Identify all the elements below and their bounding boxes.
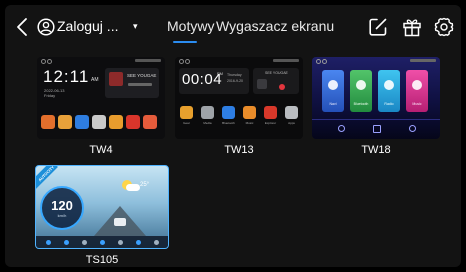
preview-app-label: Music: [412, 102, 422, 106]
preview-clock: 12:11: [43, 67, 90, 86]
preview-app-label: Gear: [183, 121, 190, 125]
preview-app-label: Music: [245, 121, 254, 125]
theme-name: TW4: [89, 144, 113, 156]
login-button[interactable]: Zaloguj ...: [57, 18, 118, 34]
theme-picker-screen: Zaloguj ... ▾ Motywy Wygaszacz ekranu 12…: [5, 5, 461, 267]
theme-preview-ts105[interactable]: AUTOCITY 120 km/h 25°: [35, 165, 169, 249]
preview-app-icon: [58, 115, 72, 129]
preview-ampm: AM: [91, 77, 99, 83]
preview-speed: 120: [51, 198, 73, 213]
user-circle-icon[interactable]: [37, 18, 55, 36]
preview-car: [114, 218, 126, 226]
theme-name: TS105: [85, 254, 119, 266]
preview-app-label: Bluetooth: [222, 121, 235, 125]
preview-temperature: 25°: [140, 182, 150, 188]
preview-app-icon: [92, 115, 106, 129]
theme-card-tw18[interactable]: Navi Bluetooth Radio Music TW18: [312, 57, 440, 157]
settings-gear-icon[interactable]: [433, 16, 455, 38]
preview-app-icon: [75, 115, 89, 129]
preview-app-label: Apps: [288, 121, 295, 125]
active-tab-indicator: [173, 41, 197, 43]
preview-music-title: SEE YOUGAE: [127, 73, 157, 78]
preview-app-icon: [143, 115, 157, 129]
preview-app-label: Media: [203, 121, 212, 125]
preview-status-bar: [312, 57, 440, 64]
user-dropdown-caret[interactable]: ▾: [133, 21, 138, 32]
theme-preview-tw18[interactable]: Navi Bluetooth Radio Music: [312, 57, 440, 139]
preview-weekday: Friday: [44, 93, 56, 98]
theme-preview-tw13[interactable]: 00:04 PM Thursday 2016-9-20 SEE YOUGAE G…: [175, 57, 303, 139]
preview-album-art: [109, 72, 123, 86]
preview-app-label: Bluetooth: [353, 102, 369, 106]
tab-wygaszacz-ekranu[interactable]: Wygaszacz ekranu: [216, 18, 334, 34]
back-icon[interactable]: [13, 16, 33, 38]
preview-weekday: Thursday: [227, 73, 242, 77]
preview-speed-unit: km/h: [57, 213, 67, 218]
gift-icon[interactable]: [401, 16, 423, 38]
preview-app-label: Navi: [329, 102, 337, 106]
preview-status-bar: [175, 57, 303, 64]
theme-card-tw13[interactable]: 00:04 PM Thursday 2016-9-20 SEE YOUGAE G…: [175, 57, 303, 157]
theme-card-tw4[interactable]: 12:11 AM 2022-06-13 Friday SEE YOUGAE TW…: [37, 57, 165, 157]
preview-app-icon: [109, 115, 123, 129]
preview-status-bar: [37, 57, 165, 64]
preview-music-title: SEE YOUGAE: [265, 71, 288, 75]
theme-card-ts105[interactable]: AUTOCITY 120 km/h 25° TS105: [35, 165, 169, 266]
preview-app-label: Radio: [384, 102, 394, 106]
edit-icon[interactable]: [367, 16, 389, 38]
theme-name: TW13: [224, 144, 254, 156]
preview-ampm: PM: [217, 71, 223, 76]
preview-app-icon: [126, 115, 140, 129]
preview-app-icon: [41, 115, 55, 129]
theme-name: TW18: [361, 144, 391, 156]
tab-motywy[interactable]: Motywy: [167, 18, 214, 34]
preview-date: 2016-9-20: [227, 79, 243, 83]
preview-app-label: Explorer: [264, 121, 277, 125]
theme-preview-tw4[interactable]: 12:11 AM 2022-06-13 Friday SEE YOUGAE: [37, 57, 165, 139]
top-bar: Zaloguj ... ▾ Motywy Wygaszacz ekranu: [5, 5, 461, 51]
